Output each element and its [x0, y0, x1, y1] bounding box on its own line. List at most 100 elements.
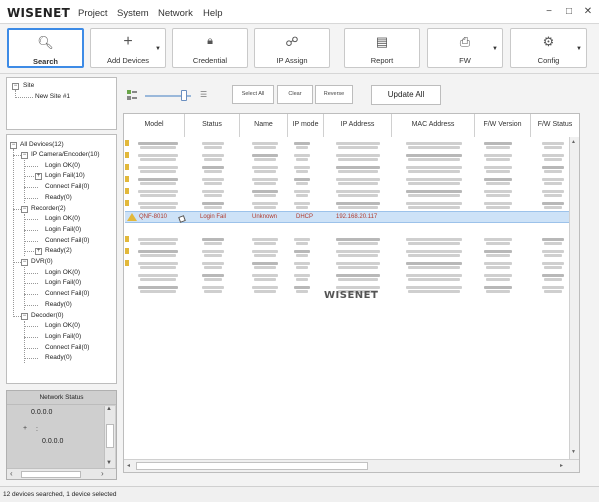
- device-tree-group[interactable]: DVR(0): [31, 258, 53, 265]
- collapse-icon[interactable]: −: [12, 83, 19, 90]
- fw-button[interactable]: ⎙ FW ▼: [427, 28, 503, 68]
- clear-button[interactable]: Clear: [277, 85, 313, 104]
- warning-icon: [125, 164, 129, 170]
- device-tree-item[interactable]: Ready(2): [45, 247, 72, 254]
- network-status-title: Network Status: [7, 391, 116, 405]
- device-tree-item[interactable]: Connect Fail(0): [45, 183, 89, 190]
- device-tree-item[interactable]: Connect Fail(0): [45, 290, 89, 297]
- scroll-left-icon: ‹: [10, 469, 13, 478]
- expand-icon[interactable]: +: [35, 248, 42, 256]
- chevron-down-icon[interactable]: ▼: [576, 46, 582, 52]
- warning-icon: [127, 213, 137, 221]
- list-view-icon[interactable]: ☰: [200, 91, 209, 100]
- device-tree-item[interactable]: Login Fail(0): [45, 279, 81, 286]
- fw-button-label: FW: [459, 56, 471, 65]
- site-root[interactable]: Site: [23, 82, 34, 89]
- config-button[interactable]: ⚙ Config ▼: [510, 28, 587, 68]
- collapse-icon[interactable]: −: [21, 205, 28, 213]
- scroll-thumb: [136, 462, 368, 470]
- app-logo-dot: .: [60, 7, 63, 17]
- device-tree-item[interactable]: Login OK(0): [45, 322, 80, 329]
- toolbar: 🔍︎ Search + Add Devices ▼ 🔒︎ Credential …: [0, 25, 599, 74]
- menu-system[interactable]: System: [117, 8, 149, 19]
- cursor-pointer-icon: [178, 215, 186, 223]
- table-header: Model Status Name IP mode IP Address MAC…: [124, 114, 579, 137]
- ip-assign-button[interactable]: ☍ IP Assign: [254, 28, 330, 68]
- device-tree-item[interactable]: Connect Fail(0): [45, 237, 89, 244]
- column-header-model[interactable]: Model: [124, 114, 185, 137]
- select-all-button[interactable]: Select All: [232, 85, 274, 104]
- status-bar: 12 devices searched, 1 device selected: [0, 486, 599, 502]
- column-header-ip-mode[interactable]: IP mode: [288, 114, 324, 137]
- zoom-slider-thumb[interactable]: [181, 90, 188, 101]
- collapse-icon[interactable]: −: [10, 142, 17, 149]
- credential-button-label: Credential: [192, 56, 228, 65]
- menu-network[interactable]: Network: [158, 8, 193, 19]
- table-horizontal-scrollbar[interactable]: ◂ ▸: [124, 459, 579, 472]
- device-tree-panel: − All Devices(12) − IP Camera/Encoder(10)…: [6, 134, 117, 384]
- scroll-up-icon: ▲: [571, 139, 576, 145]
- report-icon: ▤: [375, 34, 389, 49]
- device-tree-item[interactable]: Login OK(0): [45, 215, 80, 222]
- minimize-icon[interactable]: −: [542, 6, 556, 17]
- warning-icon: [125, 152, 129, 158]
- update-all-button[interactable]: Update All: [371, 85, 441, 105]
- chevron-down-icon[interactable]: ▼: [492, 46, 498, 52]
- column-header-fw-version[interactable]: F/W Version: [475, 114, 531, 137]
- warning-icon: [125, 140, 129, 146]
- table-row-selected[interactable]: QNF-8010 Login Fail Unknown DHCP 192.168…: [125, 211, 569, 223]
- vertical-scrollbar[interactable]: ▲ ▼: [104, 406, 115, 468]
- collapse-icon[interactable]: −: [21, 259, 28, 266]
- warning-icon: [125, 236, 129, 242]
- network-status-separator: :: [36, 426, 38, 433]
- device-tree-item[interactable]: Login Fail(10): [45, 172, 85, 179]
- column-header-name[interactable]: Name: [240, 114, 288, 137]
- search-button-label: Search: [32, 57, 59, 66]
- close-icon[interactable]: ✕: [581, 6, 595, 17]
- device-tree-item[interactable]: Login Fail(0): [45, 226, 81, 233]
- add-devices-button[interactable]: + Add Devices ▼: [90, 28, 166, 68]
- menu-project[interactable]: Project: [78, 8, 108, 19]
- expand-icon[interactable]: +: [35, 173, 42, 181]
- device-tree-item[interactable]: Ready(0): [45, 301, 72, 308]
- site-item-new-site[interactable]: New Site #1: [35, 93, 70, 100]
- scroll-right-icon: ›: [101, 469, 104, 478]
- collapse-icon[interactable]: −: [21, 152, 28, 159]
- large-icons-icon[interactable]: [127, 90, 137, 100]
- chevron-down-icon[interactable]: ▼: [155, 46, 161, 52]
- menu-help[interactable]: Help: [203, 8, 223, 19]
- device-tree-group[interactable]: Recorder(2): [31, 205, 66, 212]
- cell-model: QNF-8010: [139, 214, 168, 220]
- device-tree-item[interactable]: Login OK(0): [45, 269, 80, 276]
- device-tree-item[interactable]: Ready(0): [45, 354, 72, 361]
- column-header-ip-address[interactable]: IP Address: [324, 114, 392, 137]
- collapse-icon[interactable]: −: [21, 312, 28, 320]
- report-button[interactable]: ▤ Report: [344, 28, 420, 68]
- device-tree-item[interactable]: Connect Fail(0): [45, 344, 89, 351]
- credential-button[interactable]: 🔒︎ Credential: [172, 28, 248, 68]
- horizontal-scrollbar[interactable]: ‹ ›: [7, 468, 116, 479]
- cell-status: Login Fail: [200, 214, 227, 220]
- expand-icon[interactable]: +: [23, 425, 27, 432]
- report-button-label: Report: [370, 56, 394, 65]
- search-button[interactable]: 🔍︎ Search: [7, 28, 84, 68]
- device-tree-item[interactable]: Ready(0): [45, 194, 72, 201]
- device-tree-group[interactable]: Decoder(0): [31, 312, 64, 319]
- network-status-value: 0.0.0.0: [31, 409, 53, 416]
- warning-icon: [125, 248, 129, 254]
- plus-icon: +: [123, 33, 133, 50]
- column-header-status[interactable]: Status: [185, 114, 240, 137]
- cell-ip-address: 192.168.20.117: [336, 214, 378, 220]
- column-header-mac-address[interactable]: MAC Address: [392, 114, 475, 137]
- warning-icon: [125, 176, 129, 182]
- maximize-icon[interactable]: □: [562, 6, 576, 17]
- device-tree-root[interactable]: All Devices(12): [20, 141, 64, 148]
- reverse-button[interactable]: Reverse: [315, 85, 353, 104]
- device-tree-item[interactable]: Login Fail(0): [45, 333, 81, 340]
- table-vertical-scrollbar[interactable]: ▲ ▼: [569, 137, 579, 459]
- cell-name: Unknown: [252, 214, 278, 220]
- device-tree-item[interactable]: Login OK(0): [45, 162, 80, 169]
- column-header-fw-status[interactable]: F/W Status: [531, 114, 579, 137]
- network-status-panel: Network Status 0.0.0.0 + : 0.0.0.0 ▲ ▼ ‹…: [6, 390, 117, 480]
- device-tree-group[interactable]: IP Camera/Encoder(10): [31, 151, 100, 158]
